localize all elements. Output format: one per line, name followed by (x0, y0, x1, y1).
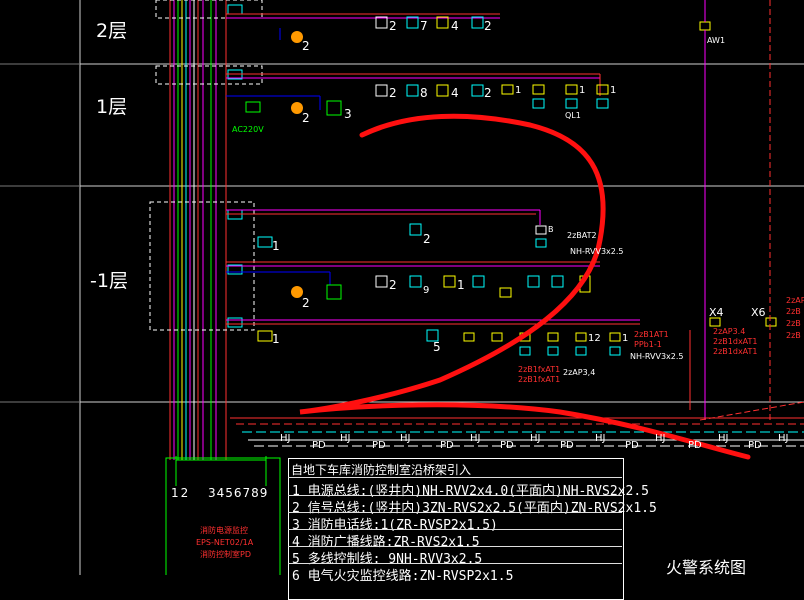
floor-label-1: 1层 (96, 96, 128, 118)
trunk-label-pd: PD (312, 440, 326, 451)
tag-zzap-right: 2zAP (786, 296, 804, 305)
tag-at1: 2zB1fxAT1 (518, 365, 561, 374)
trunk-label-pd: PD (560, 440, 574, 451)
terminal-numbers-left: 12 (171, 486, 191, 500)
terminal-numbers-right: 3456789 (208, 486, 269, 500)
tag-aw1: AW1 (707, 36, 726, 45)
count-label: 12 (588, 333, 601, 344)
tag-at1: 2zB1AT1 (634, 330, 669, 339)
tag-at1: 2zB1dxAT1 (713, 347, 758, 356)
count-label: 3 (344, 107, 352, 121)
count-label: 2 (389, 86, 397, 100)
count-label: 2 (423, 232, 431, 246)
trunk-label-pd: PD (372, 440, 386, 451)
tag-at1: 2zB1dxAT1 (713, 337, 758, 346)
legend-title: 自地下车库消防控制室沿桥架引入 (291, 463, 472, 477)
trunk-label-hj: HJ (595, 433, 606, 444)
legend-divider (288, 477, 622, 478)
trunk-label-pd: PD (748, 440, 762, 451)
tag-at1: 2zB1fxAT1 (518, 375, 561, 384)
tag-zzap34: 2zAP3.4 (713, 327, 746, 336)
tag-zzbat2: 2zBAT2 (567, 231, 597, 240)
panel-note-line3: 消防控制室PD (200, 550, 251, 559)
count-label: 2 (302, 296, 310, 310)
trunk-label-hj: HJ (718, 433, 729, 444)
tag-zzap34: 2zAP3,4 (563, 368, 596, 377)
trunk-label-hj: HJ (340, 433, 351, 444)
trunk-label-hj: HJ (470, 433, 481, 444)
tag-ql1: QL1 (565, 111, 581, 120)
count-label: 2 (389, 19, 397, 33)
trunk-label-hj: HJ (400, 433, 411, 444)
trunk-label-hj: HJ (280, 433, 291, 444)
count-label: 1 (515, 85, 522, 96)
count-label: 1 (272, 239, 280, 253)
count-label: 8 (420, 86, 428, 100)
tag-x4: X4 (709, 306, 724, 319)
trunk-label-pd: PD (440, 440, 454, 451)
count-label: 2 (484, 19, 492, 33)
panel-note-line1: 消防电源监控 (200, 526, 248, 535)
tag-zb: 2zB (786, 307, 801, 316)
trunk-label-hj: HJ (530, 433, 541, 444)
tag-ppb: PPb1-1 (634, 340, 662, 349)
count-label: 1 (622, 333, 629, 344)
red-annotation-stroke (299, 113, 751, 460)
legend-divider (288, 546, 622, 547)
tag-b: B (548, 225, 554, 234)
legend-divider (288, 512, 622, 513)
count-label: 2 (302, 111, 310, 125)
drawing-title: 火警系统图 (666, 558, 747, 577)
tag-ac220v: AC220V (232, 125, 264, 134)
floor-2-wiring (155, 0, 500, 43)
tag-zb: 2zB (786, 331, 801, 340)
floor-1-wiring (155, 0, 711, 116)
legend-divider (288, 563, 622, 564)
trunk-label-pd: PD (625, 440, 639, 451)
tag-nh-rvv: NH-RVV3x2.5 (570, 247, 624, 256)
trunk-label-hj: HJ (655, 433, 666, 444)
count-label: 5 (433, 340, 441, 354)
tag-nh-rvv: NH-RVV3x2.5 (630, 352, 684, 361)
floor-label-basement: -1层 (90, 270, 128, 292)
floor-label-2: 2层 (96, 20, 128, 42)
count-label: 9 (423, 285, 430, 296)
trunk-label-pd: PD (500, 440, 514, 451)
panel-note-line2: EPS-NET02/1A (196, 538, 254, 547)
count-label: 4 (451, 19, 459, 33)
legend-divider (288, 495, 622, 496)
count-label: 7 (420, 19, 428, 33)
trunk-label-pd: PD (688, 440, 702, 451)
trunk-label-hj: HJ (778, 433, 789, 444)
tag-zb: 2zB (786, 319, 801, 328)
count-label: 2 (484, 86, 492, 100)
count-label: 1 (579, 85, 586, 96)
tag-x6: X6 (751, 306, 766, 319)
legend-divider (288, 529, 622, 530)
riser-bus (169, 0, 227, 460)
count-label: 1 (610, 85, 617, 96)
count-label: 1 (272, 332, 280, 346)
count-label: 1 (457, 278, 465, 292)
count-label: 2 (389, 278, 397, 292)
count-label: 4 (451, 86, 459, 100)
count-label: 2 (302, 39, 310, 53)
